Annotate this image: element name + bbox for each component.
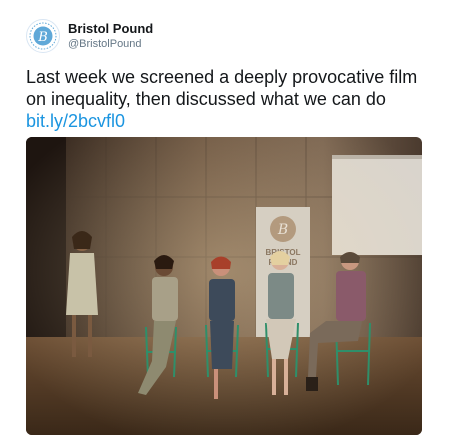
tweet-text-line: on inequality, then discussed what we ca… <box>26 89 386 109</box>
bristol-pound-logo-icon[interactable]: B <box>26 19 60 53</box>
svg-text:B: B <box>277 222 288 238</box>
tweet-link[interactable]: bit.ly/2bcvfl0 <box>26 110 436 132</box>
tweet-text-line: Last week we screened a deeply provocati… <box>26 67 418 87</box>
account-names: Bristol Pound @BristolPound <box>68 21 153 51</box>
tweet-text: Last week we screened a deeply provocati… <box>26 66 436 132</box>
account-display-name[interactable]: Bristol Pound <box>68 21 153 37</box>
account-handle[interactable]: @BristolPound <box>68 37 153 51</box>
tweet-header: B Bristol Pound @BristolPound <box>26 18 153 54</box>
tweet-photo[interactable]: B BRISTOL POUND <box>26 137 422 435</box>
svg-text:B: B <box>37 30 48 45</box>
